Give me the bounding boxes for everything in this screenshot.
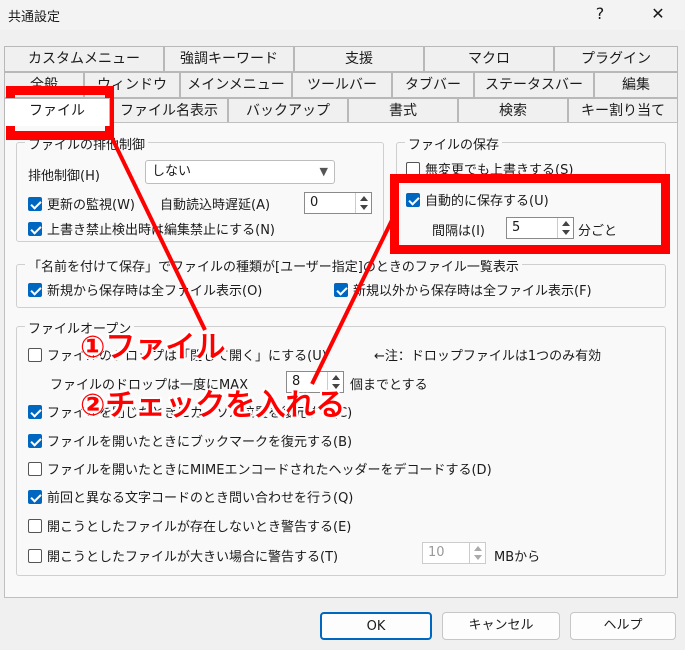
annotation-step1: ①ファイル xyxy=(80,330,226,365)
arrow-line-step1 xyxy=(110,137,207,331)
annotation-step2: ②チェックを入れる xyxy=(80,388,346,423)
arrow-line-step2 xyxy=(310,219,394,385)
tab-file[interactable]: ファイル xyxy=(4,98,110,126)
